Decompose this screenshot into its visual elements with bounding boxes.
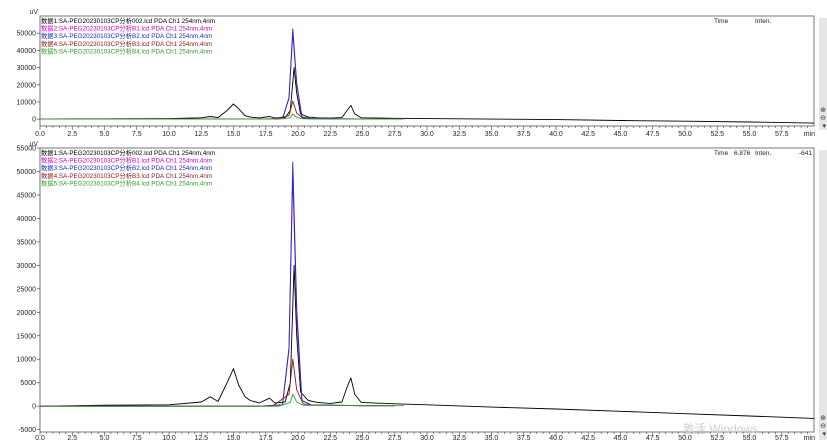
x-tick-label: 22.5 <box>323 435 337 441</box>
side-controls-bottom[interactable] <box>819 150 827 440</box>
y-tick-label: 30000 <box>17 65 37 72</box>
y-tick-label: 5000 <box>20 380 36 387</box>
x-tick-label: 2.5 <box>67 435 77 441</box>
legend-entry-5: 数据5:SA-PEG20230103CP分析B4.lcd PDA Ch1 254… <box>41 46 212 55</box>
x-tick-label: 17.5 <box>259 435 273 441</box>
y-tick-label: 25000 <box>17 286 37 293</box>
legend-entry-5: 数据5:SA-PEG20230103CP分析B4.lcd PDA Ch1 254… <box>41 178 212 187</box>
chromatogram-window: uV500004000030000200001000000.0 2.5 5.0 7.5… <box>17 9 816 441</box>
y-tick-label: 45000 <box>17 192 37 199</box>
x-tick-label: 12.5 <box>194 131 208 138</box>
x-tick-label: 20.0 <box>291 435 305 441</box>
x-tick-label: 2.5 <box>67 131 77 138</box>
zoom-in-icon[interactable]: ⊕ <box>820 414 826 422</box>
x-tick-label: 10.0 <box>162 131 176 138</box>
x-tick-label: 40.0 <box>549 131 563 138</box>
legend-entry-2: 数据2:SA-PEG20230103CP分析B1.lcd PDA Ch1 254… <box>41 156 212 165</box>
y-tick-label: -5000 <box>18 427 36 434</box>
y-tick-label: 0 <box>32 117 36 124</box>
legend-entry-3: 数据3:SA-PEG20230103CP分析B2.lcd PDA Ch1 254… <box>41 163 212 172</box>
chromatogram-panel-top[interactable]: uV 50000 40000 30000 20000 10000 0 0.0 2.5 5.0 7.5… <box>17 9 816 138</box>
x-unit-label: min <box>804 131 815 138</box>
y-tick-label: 50000 <box>17 31 37 38</box>
x-tick-label: 22.5 <box>323 131 337 138</box>
legend-entry-1: 数据1:SA-PEG20230103CP分析002.lcd PDA Ch1 25… <box>41 148 215 157</box>
plot-frame <box>39 147 815 433</box>
zoom-out-icon[interactable]: ⊖ <box>820 422 826 430</box>
legend-entry-4: 数据4:SA-PEG20230103CP分析B3.lcd PDA Ch1 254… <box>41 39 212 48</box>
x-tick-label: 10.0 <box>162 435 176 441</box>
x-tick-label: 30.0 <box>420 435 434 441</box>
y-tick-label: 20000 <box>17 310 37 317</box>
x-tick-label: 30.0 <box>420 131 434 138</box>
y-unit-label: uV <box>29 9 38 16</box>
y-tick-label: 50000 <box>17 169 37 176</box>
x-tick-label: 27.5 <box>388 131 402 138</box>
x-tick-label: 40.0 <box>549 435 563 441</box>
y-tick-label: 10000 <box>17 357 37 364</box>
y-tick-label: 20000 <box>17 82 37 89</box>
x-tick-label: 32.5 <box>452 435 466 441</box>
y-tick-label: 40000 <box>17 48 37 55</box>
x-tick-label: 45.0 <box>614 435 628 441</box>
x-tick-label: 42.5 <box>581 435 595 441</box>
legend-entry-3: 数据3:SA-PEG20230103CP分析B2.lcd PDA Ch1 254… <box>41 31 212 40</box>
x-tick-label: 45.0 <box>614 131 628 138</box>
legend-entry-2: 数据2:SA-PEG20230103CP分析B1.lcd PDA Ch1 254… <box>41 24 212 33</box>
x-tick-label: 52.5 <box>710 131 724 138</box>
zoom-in-icon[interactable]: ⊕ <box>820 106 826 114</box>
y-tick-label: 0 <box>32 404 36 411</box>
inten-value: -641 <box>799 150 812 157</box>
legend-entry-1: 数据1:SA-PEG20230103CP分析002.lcd PDA Ch1 25… <box>41 16 215 25</box>
x-tick-label: 0.0 <box>35 131 45 138</box>
legend-entry-4: 数据4:SA-PEG20230103CP分析B3.lcd PDA Ch1 254… <box>41 171 212 180</box>
x-tick-label: 7.5 <box>132 435 142 441</box>
chromatogram-panel-bottom[interactable]: uV55000500004500040000350003000025000200… <box>17 141 816 441</box>
x-tick-label: 15.0 <box>227 131 241 138</box>
inten-header: Inten. <box>755 18 771 25</box>
windows-watermark: 激活 Windows <box>682 422 758 436</box>
x-tick-label: 5.0 <box>100 131 110 138</box>
x-tick-label: 57.5 <box>775 131 789 138</box>
scroll-down-icon[interactable]: ▾ <box>822 122 826 130</box>
x-tick-label: 47.5 <box>646 131 660 138</box>
y-tick-label: 15000 <box>17 333 37 340</box>
x-tick-label: 42.5 <box>581 131 595 138</box>
x-tick-label: 55.0 <box>743 131 757 138</box>
x-tick-label: 37.5 <box>517 131 531 138</box>
x-tick-label: 15.0 <box>227 435 241 441</box>
x-tick-label: 57.5 <box>775 435 789 441</box>
x-tick-label: 32.5 <box>452 131 466 138</box>
y-tick-label: 55000 <box>17 146 37 153</box>
x-unit-label: min <box>804 435 815 441</box>
y-tick-label: 30000 <box>17 263 37 270</box>
time-value: 6.876 <box>734 150 751 157</box>
y-tick-label: 40000 <box>17 216 37 223</box>
x-tick-label: 17.5 <box>259 131 273 138</box>
x-tick-label: 5.0 <box>100 435 110 441</box>
x-tick-label: 50.0 <box>678 131 692 138</box>
y-tick-label: 10000 <box>17 99 37 106</box>
x-tick-label: 0.0 <box>35 435 45 441</box>
x-tick-label: 27.5 <box>388 435 402 441</box>
x-tick-label: 47.5 <box>646 435 660 441</box>
y-tick-label: 35000 <box>17 239 37 246</box>
x-tick-label: 35.0 <box>485 131 499 138</box>
scroll-down-icon[interactable]: ▾ <box>822 430 826 438</box>
inten-header: Inten. <box>755 150 771 157</box>
time-header: Time <box>714 150 729 157</box>
time-header: Time <box>714 18 729 25</box>
x-tick-label: 25.0 <box>356 435 370 441</box>
x-tick-label: 12.5 <box>194 435 208 441</box>
x-tick-label: 35.0 <box>485 435 499 441</box>
x-tick-label: 20.0 <box>291 131 305 138</box>
x-tick-label: 37.5 <box>517 435 531 441</box>
x-tick-label: 7.5 <box>132 131 142 138</box>
x-tick-label: 25.0 <box>356 131 370 138</box>
zoom-out-icon[interactable]: ⊖ <box>820 114 826 122</box>
